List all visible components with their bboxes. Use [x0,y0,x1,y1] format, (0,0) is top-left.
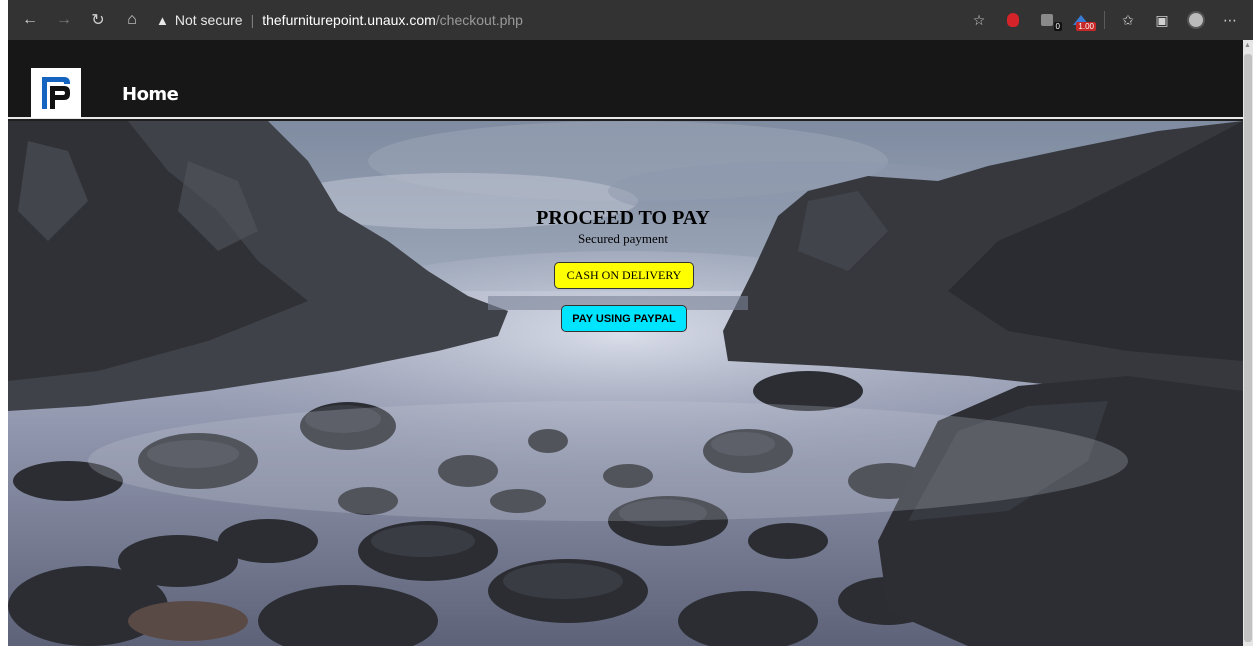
site-logo[interactable] [31,68,81,118]
page-subtitle: Secured payment [578,231,668,246]
extension-adblock-icon[interactable] [1000,7,1026,33]
fp-logo-icon [42,77,70,109]
cash-on-delivery-button[interactable]: CASH ON DELIVERY [554,262,694,289]
collections-icon[interactable]: ▣ [1149,7,1175,33]
page-scrollbar[interactable]: ▲ [1243,40,1253,646]
payment-panel: PROCEED TO PAY Secured payment CASH ON D… [8,121,1243,332]
profile-avatar-icon[interactable] [1183,7,1209,33]
address-separator: | [250,12,255,28]
scrollbar-thumb[interactable] [1244,54,1252,642]
back-icon[interactable]: ← [18,8,42,32]
extension-blue-icon[interactable]: 1.00 [1068,7,1096,33]
refresh-icon[interactable]: ↻ [86,8,110,32]
extension-gray-icon[interactable]: 0 [1034,7,1062,33]
security-label: Not secure [174,12,243,28]
site-header: Home [8,40,1243,119]
extension-badge-value: 1.00 [1076,22,1096,31]
favorites-list-icon[interactable]: ✩ [1115,7,1141,33]
url-host: thefurniturepoint.unaux.com [262,12,436,28]
warning-icon: ▲ [156,12,169,28]
nav-home-link[interactable]: Home [122,84,179,105]
favorite-star-icon[interactable]: ☆ [966,7,992,33]
url-path: /checkout.php [435,12,523,28]
scroll-up-icon[interactable]: ▲ [1244,42,1251,49]
forward-icon[interactable]: → [52,8,76,32]
pay-using-paypal-button[interactable]: PAY USING PAYPAL [561,305,687,332]
page-title: PROCEED TO PAY [536,207,710,229]
toolbar-divider [1104,11,1105,29]
extension-badge: 0 [1053,22,1062,31]
browser-toolbar: ← → ↻ ⌂ ▲ Not secure | thefurniturepoint… [8,0,1253,40]
browser-window: ← → ↻ ⌂ ▲ Not secure | thefurniturepoint… [8,0,1253,646]
more-options-icon[interactable]: ⋯ [1217,7,1243,33]
address-bar[interactable]: ▲ Not secure | thefurniturepoint.unaux.c… [156,6,976,34]
home-icon[interactable]: ⌂ [120,8,144,32]
toolbar-right: ☆ 0 1.00 ✩ ▣ ⋯ [962,0,1253,40]
